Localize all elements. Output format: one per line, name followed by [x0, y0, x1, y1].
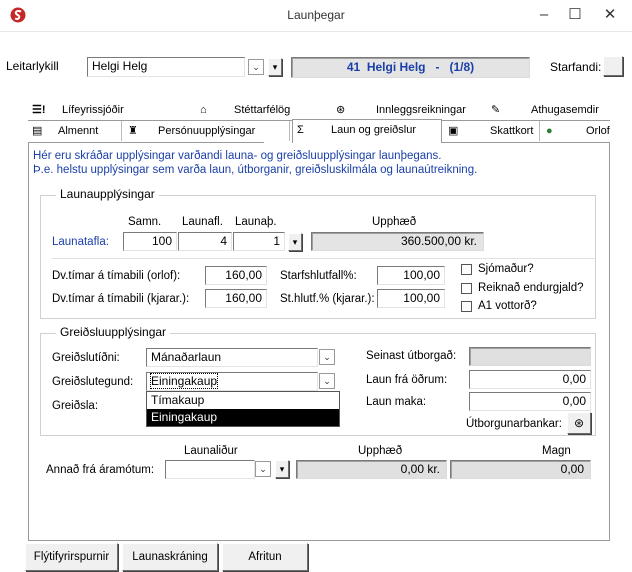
chevron-down-icon: ⌄ [323, 376, 331, 386]
col-upphaed: Upphæð [372, 216, 417, 228]
tegund-options-list[interactable]: Tímakaup Einingakaup [146, 391, 340, 427]
greidsla-label: Greiðsla: [52, 400, 99, 412]
arrow-down-icon: ▾ [279, 464, 285, 474]
col-magn: Magn [542, 445, 571, 457]
tegund-selected-text: Einingakaup [149, 373, 219, 389]
tabs-row-2: ▤ Almennt ♜ Persónuupplýsingar Σ Laun og gr… [28, 119, 610, 143]
wage-amount-display: 360.500,00 kr. [311, 232, 484, 251]
col-carry-upphaed: Upphæð [358, 445, 403, 457]
bank-icon: ⊛ [573, 416, 585, 430]
general-icon: ▤ [32, 125, 43, 137]
tab-general[interactable]: ▤ Almennt [28, 121, 122, 141]
search-input[interactable]: Helgi Helg [87, 57, 245, 77]
union-icon: ⌂ [200, 104, 207, 116]
tab-deposit-accounts[interactable]: ⊛ Innleggsreikningar [332, 100, 484, 120]
taxcard-icon: ▣ [448, 125, 459, 137]
tab-personal-info[interactable]: ♜ Persónuupplýsingar [124, 121, 290, 141]
col-launalidur: Launaliður [184, 445, 238, 457]
arrow-down-icon: ▾ [272, 62, 278, 72]
col-samn: Samn. [128, 216, 162, 228]
chevron-down-icon: ⌄ [323, 352, 331, 362]
tab-vacation[interactable]: ● Orlof [542, 121, 610, 141]
a1-checkbox[interactable] [461, 301, 472, 312]
tabs-row-1: ☰! Lífeyrissjóðir ⌂ Stéttarfélög ⊛ Innleggs… [28, 100, 610, 121]
seinast-display [469, 347, 591, 366]
info-line-1: Hér eru skráðar upplýsingar varðandi lau… [33, 150, 442, 162]
payroll-button[interactable]: Launaskráning [122, 543, 218, 571]
tab-pension-funds[interactable]: ☰! Lífeyrissjóðir [28, 100, 193, 120]
maximize-button[interactable]: ☐ [560, 4, 590, 26]
laun-fra-label: Laun frá öðrum: [366, 374, 448, 386]
launalidur-dropdown-button[interactable]: ⌄ [255, 461, 271, 477]
tab-unions[interactable]: ⌂ Stéttarfélög [196, 100, 329, 120]
dv-kjarar-label: Dv.tímar á tímabili (kjarar.): [52, 293, 190, 305]
tab-tax-card[interactable]: ▣ Skattkort [444, 121, 540, 141]
pension-icon: ☰! [32, 104, 46, 116]
laun-maka-label: Laun maka: [366, 396, 427, 408]
reiknad-checkbox[interactable] [461, 283, 472, 294]
tegund-label: Greiðslutegund: [52, 376, 134, 388]
close-button[interactable]: ✕ [595, 4, 625, 26]
tab-wages-payments[interactable]: Σ Laun og greiðslur [292, 119, 442, 143]
carry-label: Annað frá áramótum: [46, 464, 155, 476]
arrow-down-icon: ▾ [292, 237, 298, 247]
laun-fra-input[interactable]: 0,00 [469, 370, 591, 389]
starfshlutfall-label: Starfshlutfall%: [280, 270, 357, 282]
chevron-down-icon: ⌄ [252, 62, 260, 72]
copy-button[interactable]: Afritun [222, 543, 308, 571]
launafl-input[interactable]: 4 [178, 232, 232, 251]
notes-icon: ✎ [491, 104, 501, 116]
laun-maka-input[interactable]: 0,00 [469, 392, 591, 411]
payment-group-title: Greiðsluupplýsingar [56, 325, 171, 339]
status-button[interactable] [603, 56, 623, 76]
a1-label: A1 vottorð? [478, 300, 537, 312]
sthlutf-label: St.hlutf.% (kjarar.): [280, 293, 375, 305]
option-timakaup[interactable]: Tímakaup [147, 392, 339, 409]
carry-quantity-display: 0,00 [450, 460, 591, 479]
tegund-dropdown-button[interactable]: ⌄ [319, 373, 335, 389]
wage-table-label: Launatafla: [52, 236, 109, 248]
person-icon: ♜ [128, 125, 138, 137]
tidni-label: Greiðslutíðni: [52, 352, 120, 364]
samn-input[interactable]: 100 [123, 232, 177, 251]
deposit-icon: ⊛ [336, 104, 346, 116]
option-einingakaup[interactable]: Einingakaup [147, 409, 339, 426]
current-employee-display: 41 Helgi Helg - (1/8) [291, 57, 530, 78]
launath-input[interactable]: 1 [233, 232, 285, 251]
status-label: Starfandi: [550, 60, 602, 74]
starfshlutfall-input[interactable]: 100,00 [377, 266, 445, 285]
minimize-button[interactable]: – [529, 4, 559, 26]
carry-amount-display: 0,00 kr. [296, 460, 447, 479]
col-launafl: Launafl. [182, 216, 223, 228]
title-bar: Launþegar – ☐ ✕ [0, 0, 632, 31]
shortcuts-button[interactable]: Flýtifyrirspurnir [25, 543, 118, 571]
sjomadur-label: Sjómaður? [478, 263, 534, 275]
tidni-dropdown-button[interactable]: ⌄ [319, 349, 335, 365]
dv-orlof-input[interactable]: 160,00 [205, 266, 267, 285]
wage-group-title: Launaupplýsingar [56, 187, 159, 201]
reiknad-label: Reiknað endurgjald? [478, 282, 584, 294]
sigma-icon: Σ [297, 124, 304, 136]
search-dropdown-button[interactable]: ⌄ [248, 59, 264, 75]
tegund-select[interactable]: Einingakaup [146, 372, 318, 391]
tidni-select[interactable]: Mánaðarlaun [146, 348, 318, 367]
globe-icon: ● [546, 125, 553, 137]
wage-lookup-button[interactable]: ▾ [288, 233, 302, 251]
wage-separator [52, 258, 595, 259]
search-label: Leitarlykill [6, 59, 59, 73]
launalidur-select[interactable] [165, 460, 255, 479]
sthlutf-input[interactable]: 100,00 [377, 289, 445, 308]
banks-button[interactable]: ⊛ [567, 412, 591, 434]
tab-notes[interactable]: ✎ Athugasemdir [487, 100, 610, 120]
banks-label: Útborgunarbankar: [466, 418, 562, 430]
seinast-label: Seinast útborgað: [366, 350, 457, 362]
col-launath: Launaþ. [235, 216, 277, 228]
dv-orlof-label: Dv.tímar á tímabili (orlof): [52, 270, 181, 282]
search-spin-button[interactable]: ▾ [268, 58, 282, 76]
dv-kjarar-input[interactable]: 160,00 [205, 289, 267, 308]
info-line-2: Þ.e. helstu upplýsingar sem varða laun, … [33, 164, 478, 176]
chevron-down-icon: ⌄ [259, 464, 267, 474]
launalidur-lookup-button[interactable]: ▾ [275, 460, 289, 478]
sjomadur-checkbox[interactable] [461, 264, 472, 275]
